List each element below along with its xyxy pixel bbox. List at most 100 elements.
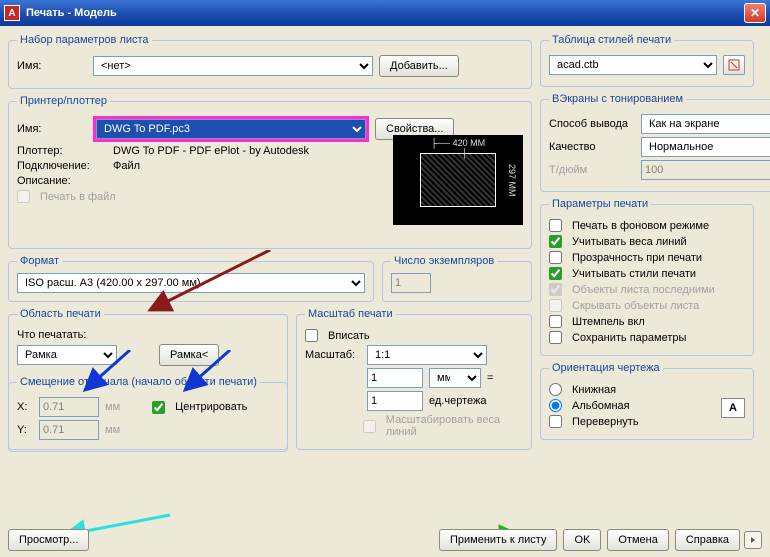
x-label: X: <box>17 401 33 413</box>
what-print-label: Что печатать: <box>17 329 86 341</box>
y-label: Y: <box>17 424 33 436</box>
preview-width: ├── 420 MM ──┤ <box>421 138 495 158</box>
orient-landscape[interactable] <box>549 399 562 412</box>
help-button[interactable]: Справка <box>675 529 740 551</box>
format-select[interactable]: ISO расш. A3 (420.00 x 297.00 мм) <box>17 273 365 293</box>
scale-group: Масштаб печати Вписать Масштаб: 1:1 мм = <box>296 308 532 450</box>
opt-hide-paperspace <box>549 299 562 312</box>
preview-button[interactable]: Просмотр... <box>8 529 89 551</box>
options-legend: Параметры печати <box>549 198 651 210</box>
shaded-legend: ВЭкраны с тонированием <box>549 93 686 105</box>
opt-paperspace-last <box>549 283 562 296</box>
opt-save[interactable] <box>549 331 562 344</box>
style-edit-icon[interactable] <box>723 55 745 75</box>
orient-icon: A <box>721 398 745 418</box>
copies-group: Число экземпляров <box>382 255 532 302</box>
opt-styles[interactable] <box>549 267 562 280</box>
scale-label: Масштаб: <box>305 349 361 361</box>
fit-checkbox[interactable] <box>305 329 318 342</box>
opt-hide-paperspace-label: Скрывать объекты листа <box>572 300 699 312</box>
styles-select[interactable]: acad.ctb <box>549 55 717 75</box>
scale-v2[interactable] <box>367 391 423 411</box>
opt-lw[interactable] <box>549 235 562 248</box>
shade-mode-label: Способ вывода <box>549 118 635 130</box>
plotter-label: Плоттер: <box>17 145 107 157</box>
y-unit: мм <box>105 424 120 436</box>
what-print-select[interactable]: Рамка <box>17 345 117 365</box>
shade-mode-select[interactable]: Как на экране <box>641 114 770 134</box>
center-checkbox[interactable] <box>152 401 165 414</box>
opt-paperspace-last-label: Объекты листа последними <box>572 284 715 296</box>
opt-save-label: Сохранить параметры <box>572 332 686 344</box>
styles-group: Таблица стилей печати acad.ctb <box>540 34 754 87</box>
x-unit: мм <box>105 401 120 413</box>
print-to-file-label: Печать в файл <box>40 191 116 203</box>
styles-legend: Таблица стилей печати <box>549 34 674 46</box>
cancel-button[interactable]: Отмена <box>607 529 668 551</box>
pageset-name-label: Имя: <box>17 60 87 72</box>
connection-value: Файл <box>113 160 140 172</box>
plotter-value: DWG To PDF - PDF ePlot - by Autodesk <box>113 145 309 157</box>
offset-legend: Смещение от начала (начало области печат… <box>17 376 260 388</box>
scale-lw-checkbox <box>363 420 376 433</box>
printer-name-select[interactable]: DWG To PDF.pc3 <box>96 119 366 139</box>
page-setup-legend: Набор параметров листа <box>17 34 152 46</box>
page-setup-group: Набор параметров листа Имя: <нет> Добави… <box>8 34 532 89</box>
scale-legend: Масштаб печати <box>305 308 396 320</box>
opt-bg[interactable] <box>549 219 562 232</box>
window-title: Печать - Модель <box>26 7 744 19</box>
opt-transp-label: Прозрачность при печати <box>572 252 702 264</box>
printer-name-label: Имя: <box>17 123 87 135</box>
quality-label: Качество <box>549 141 635 153</box>
dpi-input <box>641 160 770 180</box>
ok-button[interactable]: OK <box>563 529 601 551</box>
description-label: Описание: <box>17 175 107 187</box>
scale-lw-label: Масштабировать веса линий <box>386 414 523 438</box>
format-group: Формат ISO расш. A3 (420.00 x 297.00 мм) <box>8 255 374 302</box>
printer-group: Принтер/плоттер Имя: DWG To PDF.pc3 Свой… <box>8 95 532 249</box>
orient-landscape-label: Альбомная <box>572 400 630 412</box>
fit-label: Вписать <box>328 330 370 342</box>
area-legend: Область печати <box>17 308 104 320</box>
y-input <box>39 420 99 440</box>
options-group: Параметры печати Печать в фоновом режиме… <box>540 198 754 356</box>
app-icon: A <box>4 5 20 21</box>
orient-portrait[interactable] <box>549 383 562 396</box>
x-input <box>39 397 99 417</box>
opt-transp[interactable] <box>549 251 562 264</box>
copies-legend: Число экземпляров <box>391 255 497 267</box>
scale-unit[interactable]: мм <box>429 368 481 388</box>
offset-group: Смещение от начала (начало области печат… <box>8 376 288 452</box>
close-icon[interactable]: ✕ <box>744 3 766 23</box>
opt-styles-label: Учитывать стили печати <box>572 268 696 280</box>
frame-button[interactable]: Рамка< <box>159 344 219 366</box>
opt-lw-label: Учитывать веса линий <box>572 236 687 248</box>
shaded-group: ВЭкраны с тонированием Способ вывода Как… <box>540 93 770 192</box>
orient-upside[interactable] <box>549 415 562 428</box>
format-legend: Формат <box>17 255 62 267</box>
orient-legend: Ориентация чертежа <box>549 362 663 374</box>
opt-stamp-label: Штемпель вкл <box>572 316 645 328</box>
printer-legend: Принтер/плоттер <box>17 95 110 107</box>
connection-label: Подключение: <box>17 160 107 172</box>
dpi-label: Т/дюйм <box>549 164 635 176</box>
titlebar: A Печать - Модель ✕ <box>0 0 770 26</box>
scale-v1[interactable] <box>367 368 423 388</box>
copies-input <box>391 273 431 293</box>
opt-stamp[interactable] <box>549 315 562 328</box>
quality-select[interactable]: Нормальное <box>641 137 770 157</box>
orient-upside-label: Перевернуть <box>572 416 639 428</box>
print-to-file-checkbox <box>17 190 30 203</box>
center-label: Центрировать <box>175 401 247 413</box>
paper-preview: ├── 420 MM ──┤ 297 MM <box>393 135 523 225</box>
eq-label: = <box>487 372 493 384</box>
apply-button[interactable]: Применить к листу <box>439 529 558 551</box>
orient-portrait-label: Книжная <box>572 384 616 396</box>
scale-ratio-select[interactable]: 1:1 <box>367 345 487 365</box>
preview-height: 297 MM <box>507 154 517 206</box>
orient-group: Ориентация чертежа Книжная Альбомная Пер… <box>540 362 754 440</box>
add-button[interactable]: Добавить... <box>379 55 459 77</box>
pageset-name-select[interactable]: <нет> <box>93 56 373 76</box>
opt-bg-label: Печать в фоновом режиме <box>572 220 709 232</box>
expand-icon[interactable] <box>744 531 762 549</box>
